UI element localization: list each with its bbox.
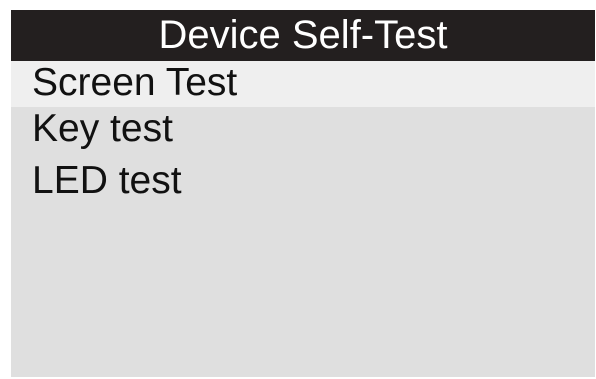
self-test-menu: Screen Test Key test LED test: [11, 61, 595, 211]
menu-item-led-test[interactable]: LED test: [11, 159, 595, 211]
menu-item-screen-test[interactable]: Screen Test: [11, 61, 595, 107]
device-screen: Device Self-Test Screen Test Key test LE…: [11, 10, 595, 377]
screen-title: Device Self-Test: [11, 10, 595, 61]
menu-item-key-test[interactable]: Key test: [11, 107, 595, 159]
